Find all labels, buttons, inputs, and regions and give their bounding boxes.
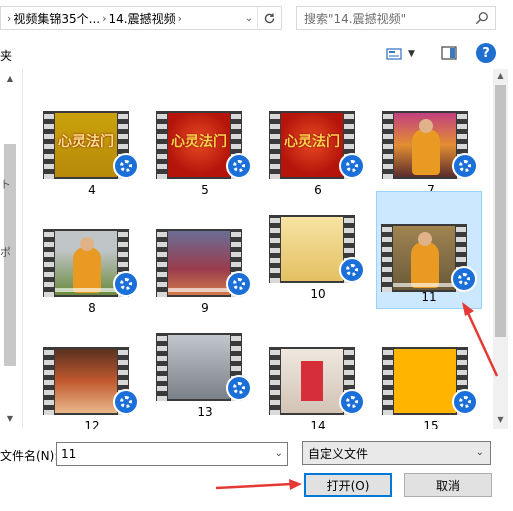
chevron-down-icon: ⌄ — [475, 447, 484, 458]
help-icon: ? — [482, 45, 490, 61]
file-item[interactable]: 12 — [39, 343, 145, 429]
file-item[interactable]: 心灵法门 5 — [152, 107, 258, 225]
filetype-value: 自定义文件 — [308, 446, 369, 461]
chevron-down-icon: ▼ — [408, 49, 415, 59]
chevron-down-icon[interactable]: ⌄ — [275, 448, 283, 459]
view-icon — [386, 48, 402, 60]
breadcrumb-item-current[interactable]: 14.震撼视频 — [109, 10, 176, 27]
nav-item-fragment[interactable]: ト — [0, 176, 11, 192]
file-name: 9 — [201, 301, 209, 315]
open-button[interactable]: 打开(O) — [304, 473, 392, 497]
thumbnail-title: 心灵法门 — [284, 134, 340, 150]
cancel-button[interactable]: 取消 — [404, 473, 492, 497]
search-placeholder: 搜索"14.震撼视频" — [304, 11, 407, 26]
video-file-icon — [339, 153, 365, 179]
chevron-right-icon[interactable]: › — [100, 12, 108, 25]
file-name: 14 — [310, 419, 326, 429]
thumbnail-title: 心灵法门 — [171, 134, 227, 150]
video-file-icon — [451, 266, 477, 292]
video-file-icon — [113, 271, 139, 297]
video-file-icon — [113, 153, 139, 179]
refresh-button[interactable] — [257, 7, 281, 29]
file-name: 5 — [201, 183, 209, 197]
file-item[interactable]: 9 — [152, 225, 258, 343]
file-list-scrollbar[interactable]: ▲ ▼ — [493, 69, 508, 429]
scroll-down-icon[interactable]: ▼ — [493, 415, 508, 427]
thumbnail-title: 心灵法门 — [58, 134, 114, 150]
filename-value: 11 — [61, 447, 77, 461]
file-name: 10 — [310, 287, 326, 301]
video-file-icon — [339, 257, 365, 283]
video-file-icon — [452, 389, 478, 415]
video-file-icon — [339, 389, 365, 415]
file-name: 13 — [197, 405, 213, 419]
preview-pane-button[interactable] — [440, 44, 458, 62]
file-name: 8 — [88, 301, 96, 315]
nav-scroll-down-icon[interactable]: ▼ — [4, 414, 16, 426]
new-folder-button-fragment[interactable]: 夹 — [0, 47, 12, 64]
video-file-icon — [226, 375, 252, 401]
search-icon[interactable] — [475, 11, 489, 25]
video-file-icon — [226, 153, 252, 179]
address-dropdown-icon[interactable]: ⌄ — [242, 7, 256, 29]
file-item[interactable]: 14 — [265, 343, 371, 429]
scrollbar-thumb[interactable] — [495, 85, 506, 337]
file-name: 4 — [88, 183, 96, 197]
file-item[interactable]: 心灵法门 6 — [265, 107, 371, 225]
video-file-icon — [113, 389, 139, 415]
file-item[interactable]: 8 — [39, 225, 145, 343]
nav-scroll-up-icon[interactable]: ▲ — [4, 74, 16, 86]
search-input[interactable]: 搜索"14.震撼视频" — [296, 6, 496, 30]
nav-item-fragment[interactable]: ポ — [0, 244, 11, 260]
file-name: 6 — [314, 183, 322, 197]
file-name: 11 — [421, 290, 437, 304]
address-bar[interactable]: › 视频集锦35个... › 14.震撼视频 › ⌄ — [0, 6, 282, 30]
red-arrow-to-open-button — [215, 479, 302, 490]
filename-input[interactable]: 11 ⌄ — [56, 442, 288, 466]
video-file-icon — [452, 153, 478, 179]
change-view-button[interactable]: ▼ — [386, 44, 422, 64]
scroll-up-icon[interactable]: ▲ — [493, 71, 508, 83]
breadcrumb-item-parent[interactable]: 视频集锦35个... — [13, 10, 100, 27]
file-list: 心灵法门 4 心灵法门 5 心灵法门 6 7 8 9 10 11 12 13 1… — [22, 69, 493, 429]
file-name: 12 — [84, 419, 100, 429]
filename-label: 文件名(N): — [0, 449, 59, 463]
file-name: 15 — [423, 419, 439, 429]
filetype-select[interactable]: 自定义文件 ⌄ — [302, 441, 491, 465]
preview-pane-icon — [441, 46, 457, 60]
video-file-icon — [226, 271, 252, 297]
file-item[interactable]: 心灵法门 4 — [39, 107, 145, 225]
help-button[interactable]: ? — [476, 43, 496, 63]
file-item[interactable]: 13 — [152, 329, 258, 429]
chevron-right-icon[interactable]: › — [176, 12, 184, 25]
file-open-dialog: › 视频集锦35个... › 14.震撼视频 › ⌄ 搜索"14.震撼视频" 夹 — [0, 0, 513, 511]
file-item[interactable]: 15 — [378, 343, 484, 429]
breadcrumb: › 视频集锦35个... › 14.震撼视频 › — [1, 7, 188, 29]
file-item[interactable]: 10 — [265, 211, 371, 329]
refresh-icon — [264, 12, 275, 23]
file-item-selected[interactable]: 11 — [376, 191, 482, 309]
chevron-right-icon: › — [7, 11, 12, 25]
